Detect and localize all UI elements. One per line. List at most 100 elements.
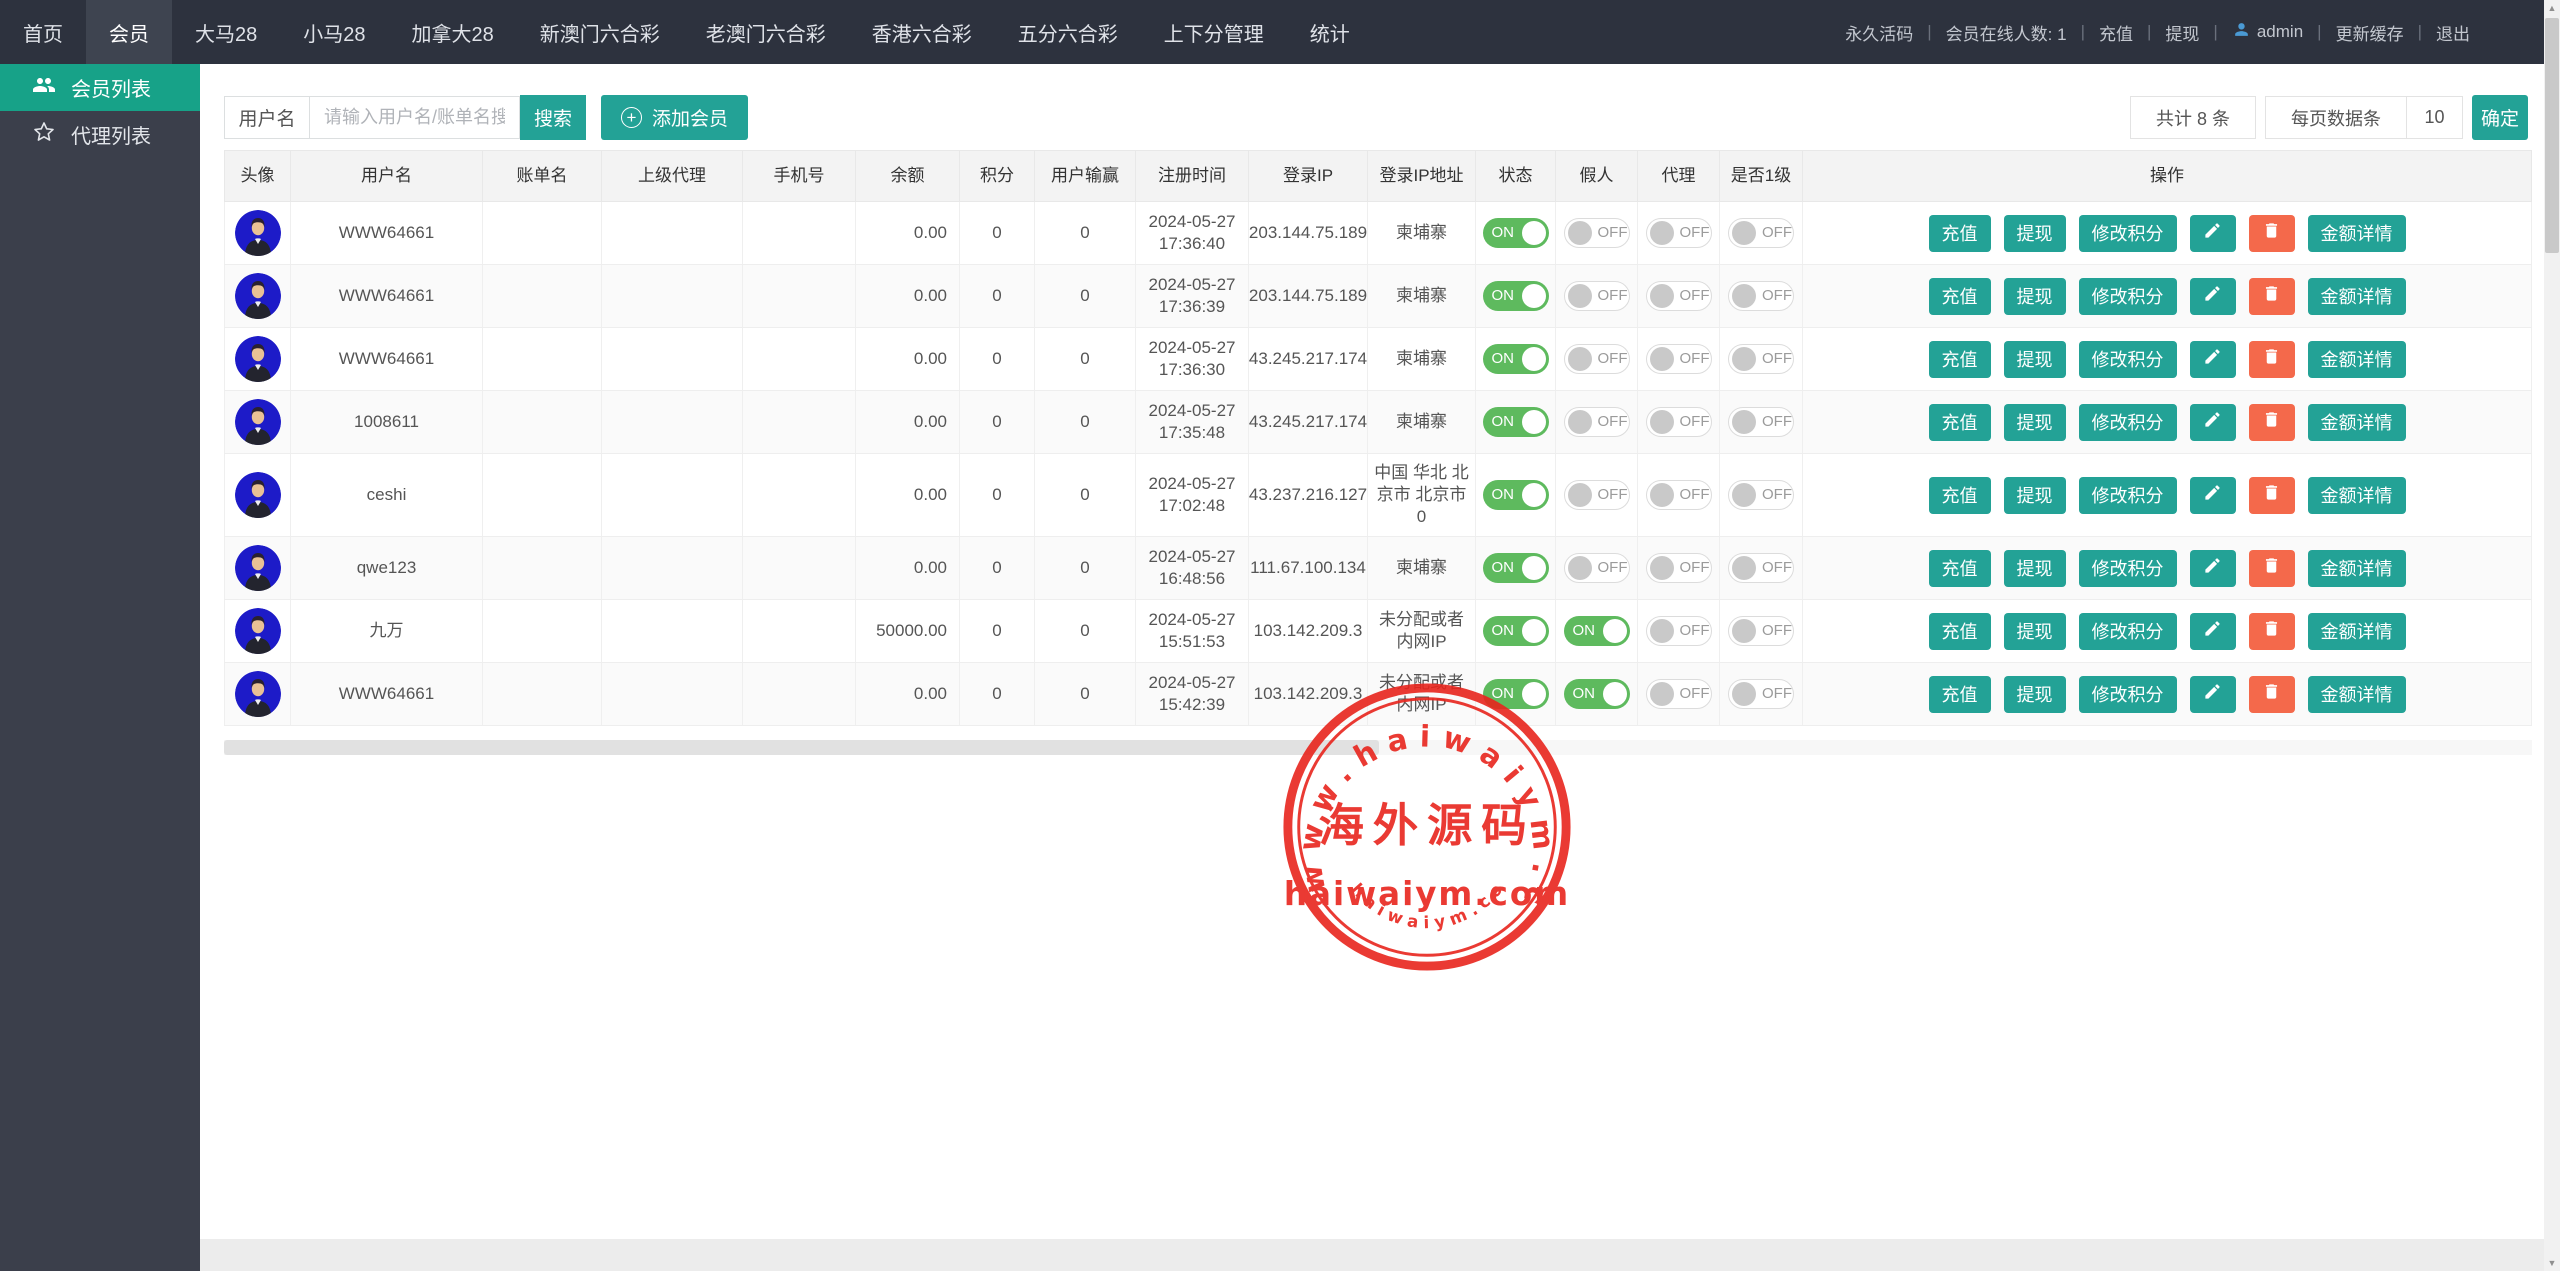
edit-points-button[interactable]: 修改积分: [2079, 278, 2177, 315]
agent-toggle[interactable]: OFF: [1646, 553, 1712, 583]
nav-tab-3[interactable]: 小马28: [280, 0, 388, 64]
status-toggle[interactable]: ON: [1483, 218, 1549, 248]
recharge-button[interactable]: 充值: [1929, 676, 1991, 713]
navbar-link-3[interactable]: 提现: [2151, 20, 2213, 45]
agent-toggle[interactable]: OFF: [1646, 218, 1712, 248]
navbar-link-5[interactable]: 更新缓存: [2322, 20, 2418, 45]
horizontal-scrollbar-thumb[interactable]: [224, 740, 1379, 755]
nav-tab-9[interactable]: 上下分管理: [1141, 0, 1287, 64]
edit-button[interactable]: [2190, 215, 2236, 252]
fake-user-toggle[interactable]: ON: [1564, 679, 1630, 709]
navbar-link-0[interactable]: 永久活码: [1831, 20, 1927, 45]
agent-toggle[interactable]: OFF: [1646, 480, 1712, 510]
delete-button[interactable]: [2249, 613, 2295, 650]
level1-toggle[interactable]: OFF: [1728, 407, 1794, 437]
edit-points-button[interactable]: 修改积分: [2079, 550, 2177, 587]
status-toggle[interactable]: ON: [1483, 553, 1549, 583]
edit-button[interactable]: [2190, 477, 2236, 514]
level1-toggle[interactable]: OFF: [1728, 480, 1794, 510]
level1-toggle[interactable]: OFF: [1728, 344, 1794, 374]
withdraw-button[interactable]: 提现: [2004, 550, 2066, 587]
withdraw-button[interactable]: 提现: [2004, 215, 2066, 252]
fake-user-toggle[interactable]: OFF: [1564, 281, 1630, 311]
withdraw-button[interactable]: 提现: [2004, 404, 2066, 441]
nav-tab-8[interactable]: 五分六合彩: [995, 0, 1141, 64]
agent-toggle[interactable]: OFF: [1646, 281, 1712, 311]
withdraw-button[interactable]: 提现: [2004, 278, 2066, 315]
amount-detail-button[interactable]: 金额详情: [2308, 341, 2406, 378]
navbar-link-1[interactable]: 会员在线人数: 1: [1932, 20, 2081, 45]
withdraw-button[interactable]: 提现: [2004, 613, 2066, 650]
level1-toggle[interactable]: OFF: [1728, 616, 1794, 646]
edit-points-button[interactable]: 修改积分: [2079, 676, 2177, 713]
recharge-button[interactable]: 充值: [1929, 550, 1991, 587]
edit-button[interactable]: [2190, 676, 2236, 713]
nav-tab-6[interactable]: 老澳门六合彩: [683, 0, 849, 64]
level1-toggle[interactable]: OFF: [1728, 553, 1794, 583]
edit-points-button[interactable]: 修改积分: [2079, 404, 2177, 441]
amount-detail-button[interactable]: 金额详情: [2308, 550, 2406, 587]
edit-points-button[interactable]: 修改积分: [2079, 215, 2177, 252]
withdraw-button[interactable]: 提现: [2004, 477, 2066, 514]
level1-toggle[interactable]: OFF: [1728, 679, 1794, 709]
search-button[interactable]: 搜索: [520, 95, 586, 140]
status-toggle[interactable]: ON: [1483, 281, 1549, 311]
fake-user-toggle[interactable]: OFF: [1564, 407, 1630, 437]
sidebar-item-1[interactable]: 代理列表: [0, 111, 200, 158]
amount-detail-button[interactable]: 金额详情: [2308, 477, 2406, 514]
status-toggle[interactable]: ON: [1483, 480, 1549, 510]
delete-button[interactable]: [2249, 278, 2295, 315]
nav-tab-0[interactable]: 首页: [0, 0, 86, 64]
nav-tab-7[interactable]: 香港六合彩: [849, 0, 995, 64]
edit-button[interactable]: [2190, 404, 2236, 441]
nav-tab-1[interactable]: 会员: [86, 0, 172, 64]
recharge-button[interactable]: 充值: [1929, 477, 1991, 514]
status-toggle[interactable]: ON: [1483, 344, 1549, 374]
horizontal-scrollbar[interactable]: [224, 740, 2532, 755]
status-toggle[interactable]: ON: [1483, 616, 1549, 646]
edit-points-button[interactable]: 修改积分: [2079, 341, 2177, 378]
edit-button[interactable]: [2190, 613, 2236, 650]
edit-button[interactable]: [2190, 550, 2236, 587]
amount-detail-button[interactable]: 金额详情: [2308, 215, 2406, 252]
amount-detail-button[interactable]: 金额详情: [2308, 404, 2406, 441]
fake-user-toggle[interactable]: ON: [1564, 616, 1630, 646]
per-page-input[interactable]: [2407, 96, 2463, 139]
recharge-button[interactable]: 充值: [1929, 215, 1991, 252]
fake-user-toggle[interactable]: OFF: [1564, 553, 1630, 583]
vertical-scrollbar-thumb[interactable]: [2545, 18, 2559, 253]
delete-button[interactable]: [2249, 215, 2295, 252]
recharge-button[interactable]: 充值: [1929, 404, 1991, 441]
edit-points-button[interactable]: 修改积分: [2079, 613, 2177, 650]
nav-tab-10[interactable]: 统计: [1287, 0, 1373, 64]
navbar-link-4[interactable]: admin: [2218, 20, 2317, 44]
confirm-button[interactable]: 确定: [2472, 95, 2528, 140]
scroll-up-icon[interactable]: [2544, 0, 2560, 16]
edit-button[interactable]: [2190, 341, 2236, 378]
delete-button[interactable]: [2249, 341, 2295, 378]
navbar-link-2[interactable]: 充值: [2085, 20, 2147, 45]
vertical-scrollbar[interactable]: [2544, 0, 2560, 1271]
fake-user-toggle[interactable]: OFF: [1564, 344, 1630, 374]
status-toggle[interactable]: ON: [1483, 407, 1549, 437]
amount-detail-button[interactable]: 金额详情: [2308, 676, 2406, 713]
recharge-button[interactable]: 充值: [1929, 341, 1991, 378]
withdraw-button[interactable]: 提现: [2004, 341, 2066, 378]
recharge-button[interactable]: 充值: [1929, 278, 1991, 315]
navbar-link-6[interactable]: 退出: [2422, 20, 2484, 45]
agent-toggle[interactable]: OFF: [1646, 407, 1712, 437]
add-member-button[interactable]: + 添加会员: [601, 95, 748, 140]
withdraw-button[interactable]: 提现: [2004, 676, 2066, 713]
delete-button[interactable]: [2249, 477, 2295, 514]
sidebar-item-0[interactable]: 会员列表: [0, 64, 200, 111]
search-input[interactable]: [310, 96, 520, 139]
agent-toggle[interactable]: OFF: [1646, 344, 1712, 374]
agent-toggle[interactable]: OFF: [1646, 616, 1712, 646]
nav-tab-5[interactable]: 新澳门六合彩: [517, 0, 683, 64]
nav-tab-2[interactable]: 大马28: [172, 0, 280, 64]
level1-toggle[interactable]: OFF: [1728, 218, 1794, 248]
amount-detail-button[interactable]: 金额详情: [2308, 613, 2406, 650]
amount-detail-button[interactable]: 金额详情: [2308, 278, 2406, 315]
recharge-button[interactable]: 充值: [1929, 613, 1991, 650]
nav-tab-4[interactable]: 加拿大28: [389, 0, 517, 64]
